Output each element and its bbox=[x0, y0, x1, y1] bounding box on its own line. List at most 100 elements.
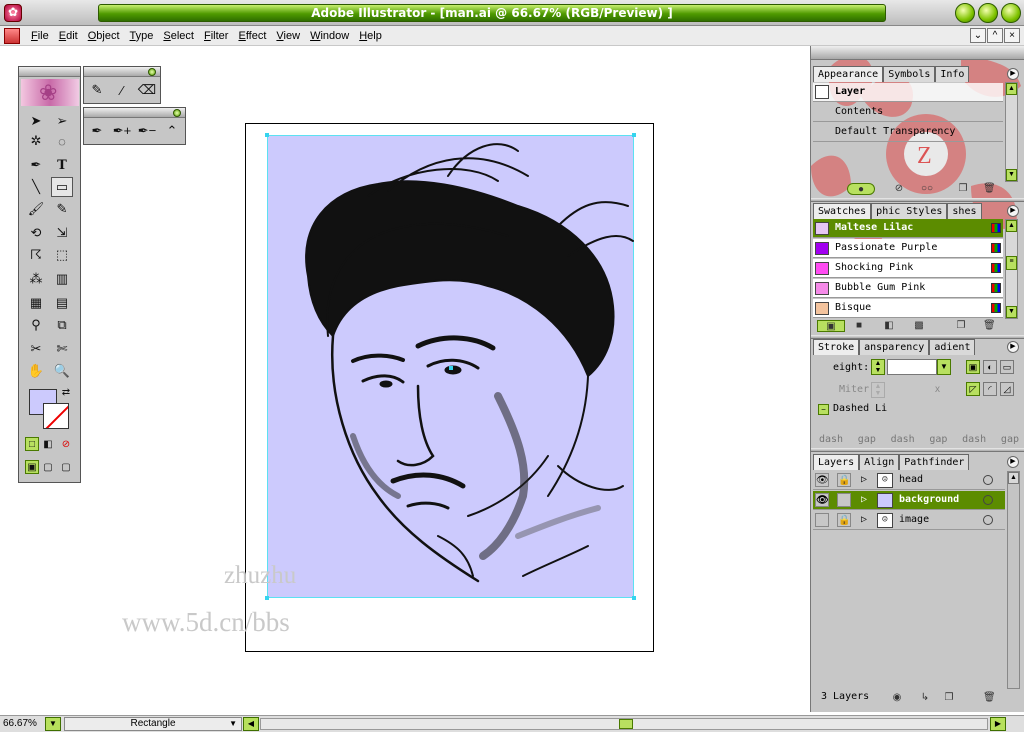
menu-filter[interactable]: Filter bbox=[199, 29, 233, 43]
menu-type[interactable]: Type bbox=[125, 29, 159, 43]
status-tool-field[interactable]: Rectangle ▼ bbox=[64, 717, 242, 731]
none-mode-icon[interactable]: ⊘ bbox=[59, 437, 73, 451]
lock-icon[interactable] bbox=[837, 493, 851, 507]
swatch-row[interactable]: Bisque bbox=[813, 299, 1003, 318]
duplicate-item-icon[interactable]: ❐ bbox=[957, 183, 969, 195]
projecting-cap-icon[interactable]: ▭ bbox=[1000, 360, 1014, 374]
selection-handle[interactable] bbox=[632, 133, 636, 137]
tab-stroke[interactable]: Stroke bbox=[813, 339, 860, 355]
scroll-up-icon[interactable]: ▲ bbox=[1006, 220, 1017, 232]
swatch-row[interactable]: Shocking Pink bbox=[813, 259, 1003, 278]
tab-pathfinder[interactable]: Pathfinder bbox=[899, 454, 970, 470]
expand-triangle-icon[interactable]: ▷ bbox=[857, 493, 871, 507]
swatches-scrollbar[interactable]: ▲ ≡ ▼ bbox=[1005, 219, 1018, 319]
visibility-eye-icon[interactable] bbox=[815, 513, 829, 527]
eyedropper-tool-icon[interactable]: ⚲ bbox=[25, 315, 47, 335]
weight-dropdown-icon[interactable]: ▼ bbox=[937, 359, 951, 375]
delete-anchor-point-icon[interactable]: ✒− bbox=[136, 121, 158, 141]
show-gradient-swatches-icon[interactable]: ◧ bbox=[883, 320, 895, 332]
weight-stepper[interactable]: ▲ ▼ bbox=[871, 359, 885, 375]
lock-icon[interactable]: 🔒 bbox=[837, 473, 851, 487]
delete-item-icon[interactable]: 🗑 bbox=[983, 183, 996, 195]
layer-row-image[interactable]: 🔒 ▷ ☺ image bbox=[813, 511, 1005, 530]
visibility-eye-icon[interactable]: 👁 bbox=[815, 473, 829, 487]
menu-window[interactable]: Window bbox=[305, 29, 354, 43]
appearance-scrollbar[interactable]: ▲ ▼ bbox=[1005, 82, 1018, 182]
new-art-basic-appearance-icon[interactable]: ● bbox=[847, 183, 875, 195]
swap-colors-icon[interactable]: ⇄ bbox=[59, 385, 73, 399]
pen-tool-icon[interactable]: ✒ bbox=[25, 155, 47, 175]
appearance-row-contents[interactable]: Contents bbox=[813, 103, 1003, 122]
scroll-up-icon[interactable]: ▲ bbox=[1008, 472, 1019, 484]
scroll-left-icon[interactable]: ◀ bbox=[243, 717, 259, 731]
horizontal-scrollbar[interactable] bbox=[260, 718, 988, 730]
appearance-row-transparency[interactable]: Default Transparency bbox=[813, 123, 1003, 142]
miter-stepper[interactable]: ▲ ▼ bbox=[871, 382, 885, 398]
swatch-row[interactable]: Passionate Purple bbox=[813, 239, 1003, 258]
pen-icon[interactable]: ✒ bbox=[86, 121, 108, 141]
round-cap-icon[interactable]: ◐ bbox=[983, 360, 997, 374]
tab-graphic-styles[interactable]: phic Styles bbox=[871, 203, 948, 219]
warp-tool-icon[interactable]: ☈ bbox=[25, 245, 47, 265]
tab-info[interactable]: Info bbox=[935, 66, 970, 82]
scroll-thumb[interactable]: ≡ bbox=[1006, 256, 1017, 270]
menu-select[interactable]: Select bbox=[158, 29, 199, 43]
scroll-down-icon[interactable]: ▼ bbox=[1006, 306, 1017, 318]
menu-effect[interactable]: Effect bbox=[233, 29, 271, 43]
new-swatch-icon[interactable]: ❐ bbox=[955, 320, 967, 332]
status-dropdown-icon[interactable]: ▼ bbox=[229, 718, 237, 730]
lock-icon[interactable]: 🔒 bbox=[837, 513, 851, 527]
app-logo-icon[interactable] bbox=[4, 4, 22, 22]
rotate-tool-icon[interactable]: ⟲ bbox=[25, 223, 47, 243]
gap-field-label[interactable]: gap bbox=[929, 434, 947, 445]
dash-field-label[interactable]: dash bbox=[819, 434, 843, 445]
menu-view[interactable]: View bbox=[271, 29, 305, 43]
show-all-swatches-icon[interactable]: ▣ bbox=[817, 320, 845, 332]
dash-field-label[interactable]: dash bbox=[891, 434, 915, 445]
zoom-tool-icon[interactable]: 🔍 bbox=[51, 361, 73, 381]
delete-swatch-icon[interactable]: 🗑 bbox=[983, 320, 996, 332]
selection-handle[interactable] bbox=[632, 596, 636, 600]
layer-row-head[interactable]: 👁 🔒 ▷ ☺ head bbox=[813, 471, 1005, 490]
toolbox-title-bar[interactable] bbox=[19, 67, 80, 77]
appearance-row-layer[interactable]: Layer bbox=[813, 83, 1003, 102]
toolbox-banner-logo[interactable] bbox=[21, 79, 79, 106]
stroke-panel-menu-icon[interactable]: ▶ bbox=[1007, 341, 1019, 353]
horizontal-scroll-thumb[interactable] bbox=[619, 719, 633, 729]
scale-tool-icon[interactable]: ⇲ bbox=[51, 223, 73, 243]
show-pattern-swatches-icon[interactable]: ▩ bbox=[913, 320, 925, 332]
layer-target-icon[interactable] bbox=[983, 495, 993, 505]
butt-cap-icon[interactable]: ▣ bbox=[966, 360, 980, 374]
miter-join-icon[interactable]: ◸ bbox=[966, 382, 980, 396]
stroke-color-swatch[interactable] bbox=[43, 403, 69, 429]
round-join-icon[interactable]: ◜ bbox=[983, 382, 997, 396]
doc-minimize-button[interactable]: ⌄ bbox=[970, 28, 986, 43]
menu-help[interactable]: Help bbox=[354, 29, 387, 43]
dashed-line-checkbox[interactable]: − bbox=[818, 404, 829, 415]
doc-restore-button[interactable]: ^ bbox=[987, 28, 1003, 43]
free-transform-tool-icon[interactable]: ⬚ bbox=[51, 245, 73, 265]
selection-tool-icon[interactable]: ➤ bbox=[25, 111, 47, 131]
zoom-dropdown-icon[interactable]: ▼ bbox=[45, 717, 61, 731]
gradient-mode-icon[interactable]: ◧ bbox=[41, 437, 55, 451]
make-clipping-mask-icon[interactable]: ◉ bbox=[891, 692, 903, 704]
tearoff-close-icon[interactable] bbox=[148, 68, 156, 76]
rectangle-tool-icon[interactable]: ▭ bbox=[51, 177, 73, 197]
convert-anchor-point-icon[interactable]: ⌃ bbox=[161, 121, 183, 141]
minimize-button[interactable] bbox=[955, 3, 975, 23]
hand-tool-icon[interactable]: ✋ bbox=[25, 361, 47, 381]
expand-triangle-icon[interactable]: ▷ bbox=[857, 473, 871, 487]
tab-symbols[interactable]: Symbols bbox=[883, 66, 936, 82]
layers-panel-menu-icon[interactable]: ▶ bbox=[1007, 456, 1019, 468]
new-layer-icon[interactable]: ❐ bbox=[943, 692, 955, 704]
doc-close-button[interactable]: × bbox=[1004, 28, 1020, 43]
bevel-join-icon[interactable]: ◿ bbox=[1000, 382, 1014, 396]
tab-swatches[interactable]: Swatches bbox=[813, 203, 872, 219]
color-mode-icon[interactable]: □ bbox=[25, 437, 39, 451]
magic-wand-tool-icon[interactable]: ✲ bbox=[25, 131, 47, 151]
weight-input[interactable] bbox=[887, 359, 937, 375]
line-tool-icon[interactable]: ╲ bbox=[25, 177, 47, 197]
paintbrush-tool-icon[interactable]: 🖌 bbox=[25, 199, 47, 219]
lasso-tool-icon[interactable]: ◌ bbox=[51, 131, 73, 151]
menu-file[interactable]: File bbox=[26, 29, 54, 43]
